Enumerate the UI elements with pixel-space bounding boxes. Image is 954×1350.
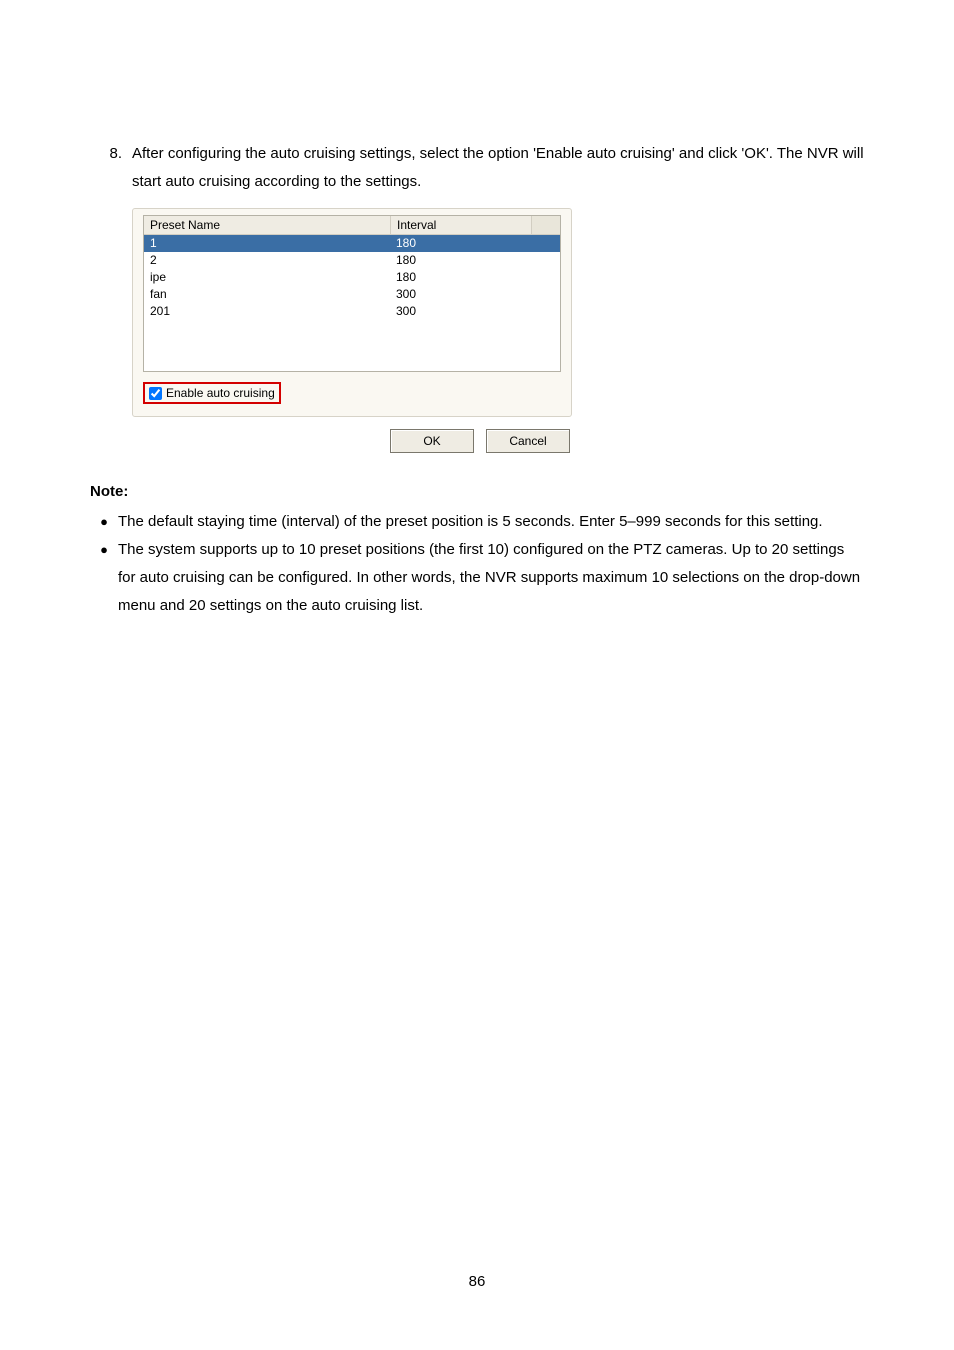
list-number: 8.: [90, 140, 132, 168]
table-row[interactable]: ipe 180: [144, 269, 560, 286]
table-row-empty: [144, 320, 560, 337]
cell-preset-name: 2: [144, 252, 390, 269]
table-row[interactable]: fan 300: [144, 286, 560, 303]
cell-interval: 300: [390, 286, 560, 303]
note-bullet: The default staying time (interval) of t…: [118, 508, 864, 536]
cell-interval: 180: [390, 252, 560, 269]
column-header-preset-name[interactable]: Preset Name: [144, 216, 391, 235]
checkbox-input[interactable]: [149, 387, 162, 400]
table-row-empty: [144, 354, 560, 371]
table-row[interactable]: 2 180: [144, 252, 560, 269]
preset-list: Preset Name Interval 1 180 2 180 ipe: [143, 215, 561, 372]
cell-preset-name: 201: [144, 303, 390, 320]
cancel-button[interactable]: Cancel: [486, 429, 570, 453]
table-row[interactable]: 201 300: [144, 303, 560, 320]
cell-preset-name: 1: [144, 235, 390, 252]
cell-preset-name: fan: [144, 286, 390, 303]
bullet-icon: ●: [90, 508, 118, 536]
table-row[interactable]: 1 180: [144, 235, 560, 252]
cell-interval: 180: [390, 235, 560, 252]
scrollbar-stub[interactable]: [532, 216, 560, 235]
step-text: After configuring the auto cruising sett…: [132, 140, 864, 196]
auto-cruising-dialog: Preset Name Interval 1 180 2 180 ipe: [132, 208, 572, 453]
cell-interval: 180: [390, 269, 560, 286]
table-row-empty: [144, 337, 560, 354]
note-bullet: The system supports up to 10 preset posi…: [118, 536, 864, 620]
enable-auto-cruising-checkbox[interactable]: Enable auto cruising: [143, 382, 281, 404]
cell-preset-name: ipe: [144, 269, 390, 286]
note-heading: Note:: [90, 483, 864, 500]
page-number: 86: [0, 1273, 954, 1290]
checkbox-label: Enable auto cruising: [166, 386, 275, 400]
bullet-icon: ●: [90, 536, 118, 564]
ok-button[interactable]: OK: [390, 429, 474, 453]
cell-interval: 300: [390, 303, 560, 320]
column-header-interval[interactable]: Interval: [391, 216, 532, 235]
